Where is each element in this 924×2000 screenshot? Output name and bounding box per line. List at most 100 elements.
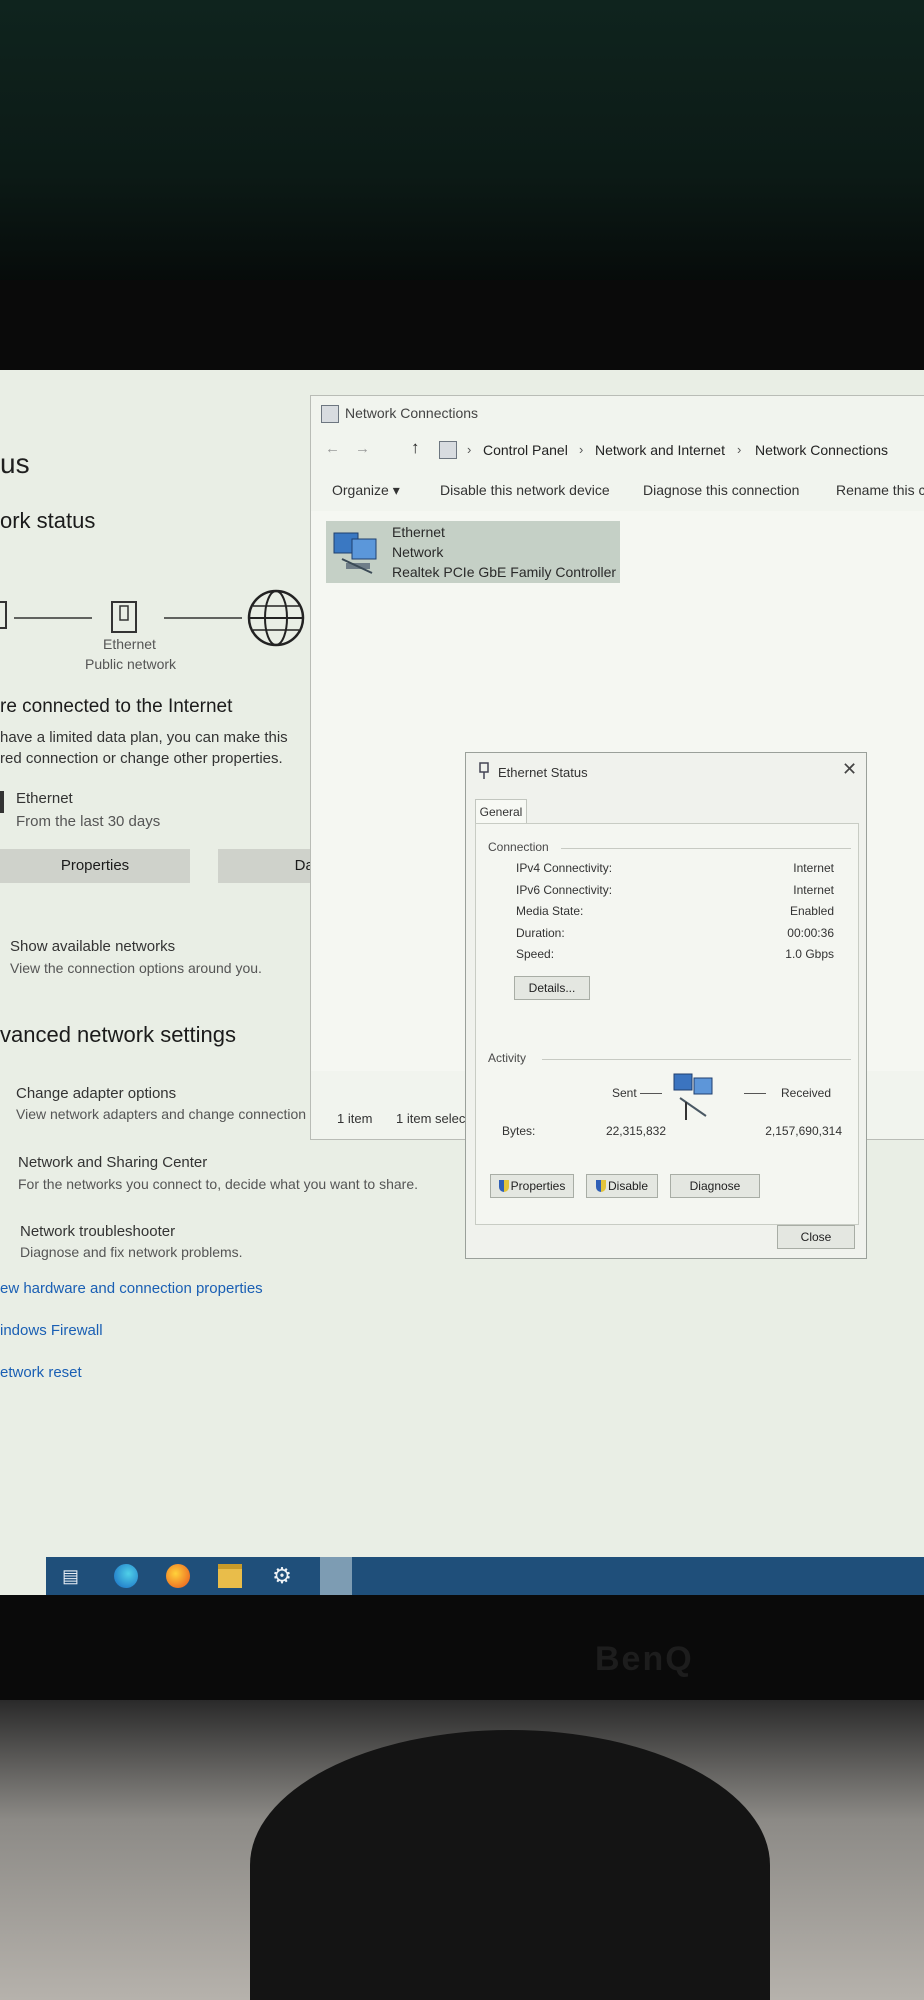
ipv6-value: Internet [793,883,834,897]
limited-plan-text-2: red connection or change other propertie… [0,750,283,767]
breadcrumb-control-panel[interactable]: Control Panel [483,442,568,458]
sharing-center-title[interactable]: Network and Sharing Center [18,1154,207,1171]
divider [542,1059,851,1060]
show-networks-title[interactable]: Show available networks [10,938,175,955]
bytes-label: Bytes: [502,1124,536,1138]
shield-icon [595,1180,606,1192]
titlebar: Network Connections [311,396,924,430]
ethernet-icon [111,601,137,633]
received-dash [744,1093,766,1094]
address-bar: ← → ↑ › Control Panel › Network and Inte… [311,430,924,466]
speed-value: 1.0 Gbps [785,947,834,961]
breadcrumb-separator-icon: › [579,442,584,457]
media-state-value: Enabled [789,904,834,918]
hardware-properties-link[interactable]: ew hardware and connection properties [0,1280,263,1297]
breadcrumb-network-internet[interactable]: Network and Internet [595,442,725,458]
ethernet-small-icon [0,791,4,813]
bytes-received-value: 2,157,690,314 [765,1124,842,1138]
connected-heading: re connected to the Internet [0,696,233,717]
network-connections-app-icon [321,405,339,423]
troubleshooter-sub: Diagnose and fix network problems. [20,1244,243,1260]
advanced-settings-heading: vanced network settings [0,1022,237,1047]
dialog-disable-button[interactable]: Disable [586,1174,658,1198]
breadcrumb-separator-icon: › [467,442,472,457]
change-adapter-sub: View network adapters and change connect… [16,1106,307,1122]
back-arrow-icon[interactable]: ← [325,440,340,457]
general-panel: Connection IPv4 Connectivity: Internet I… [475,823,859,1225]
item-count: 1 item [337,1111,373,1126]
control-panel-icon [439,441,457,459]
sharing-center-sub: For the networks you connect to, decide … [18,1176,418,1192]
forward-arrow-icon[interactable]: → [355,440,370,457]
network-adapter-icon [333,532,377,574]
ethernet-adapter-item[interactable]: Ethernet Network Realtek PCIe GbE Family… [326,521,620,583]
task-view-icon[interactable]: ▤ [62,1564,86,1588]
diagram-network-label: Public network [85,656,177,672]
change-adapter-title[interactable]: Change adapter options [16,1085,176,1102]
ipv6-label: IPv6 Connectivity: [516,883,613,897]
limited-plan-text-1: have a limited data plan, you can make t… [0,729,288,746]
received-label: Received [781,1086,832,1100]
control-panel-taskbar-icon[interactable] [320,1557,352,1595]
shield-icon [498,1180,509,1192]
show-networks-sub: View the connection options around you. [10,960,262,976]
windows-firewall-link[interactable]: indows Firewall [0,1322,103,1339]
duration-value: 00:00:36 [787,926,834,940]
ethernet-plug-icon [479,762,489,779]
globe-icon [247,589,305,647]
dialog-title: Ethernet Status [498,765,588,780]
ethernet-name: Ethernet [16,790,73,807]
details-button[interactable]: Details... [514,976,590,1000]
disable-label: Disable [607,1179,649,1193]
sent-label: Sent [612,1086,637,1100]
properties-button[interactable]: Properties [0,849,190,883]
activity-computers-icon [673,1073,713,1120]
monitor-stand [250,1730,770,2000]
page-title: us [0,448,30,479]
dialog-diagnose-button[interactable]: Diagnose [670,1174,760,1198]
monitor-brand-logo: BenQ [595,1640,694,1678]
network-reset-link[interactable]: etwork reset [0,1364,82,1381]
ethernet-usage-period: From the last 30 days [16,813,161,830]
connection-group-label: Connection [488,840,549,854]
data-usage-button[interactable]: Dat [218,849,318,883]
command-bar: Organize ▾ Disable this network device D… [311,471,924,511]
adapter-name: Ethernet [392,524,445,540]
sent-dash [640,1093,662,1094]
pc-icon [0,601,7,629]
adapter-network: Network [392,544,444,560]
duration-label: Duration: [516,926,565,940]
taskbar: ▤ ⚙ [46,1557,924,1595]
speed-label: Speed: [516,947,555,961]
settings-gear-icon[interactable]: ⚙ [270,1564,294,1588]
ethernet-status-dialog: Ethernet Status ✕ General Connection IPv… [465,752,867,1259]
diagram-adapter-label: Ethernet [103,636,156,652]
ipv4-value: Internet [793,861,834,875]
activity-group-label: Activity [488,1051,527,1065]
firefox-icon[interactable] [166,1564,190,1588]
adapter-device: Realtek PCIe GbE Family Controller [392,564,617,580]
close-icon[interactable]: ✕ [842,759,857,780]
window-title: Network Connections [345,405,479,421]
properties-label: Properties [510,1179,566,1193]
tab-general[interactable]: General [475,799,527,824]
selection-count: 1 item selec [396,1111,466,1126]
media-state-label: Media State: [516,904,584,918]
dialog-properties-button[interactable]: Properties [490,1174,574,1198]
breadcrumb-network-connections[interactable]: Network Connections [755,442,888,458]
bytes-sent-value: 22,315,832 [605,1124,666,1138]
diagnose-connection-command[interactable]: Diagnose this connection [643,482,799,498]
edge-icon[interactable] [114,1564,138,1588]
organize-menu[interactable]: Organize ▾ [332,482,400,499]
rename-connection-command[interactable]: Rename this c [836,482,924,498]
disable-device-command[interactable]: Disable this network device [440,482,610,498]
breadcrumb-separator-icon: › [737,442,742,457]
divider [561,848,851,849]
file-explorer-icon[interactable] [218,1564,242,1588]
ipv4-label: IPv4 Connectivity: [516,861,613,875]
dialog-close-button[interactable]: Close [777,1225,855,1249]
network-status-heading: ork status [0,508,96,533]
background-wall [0,0,924,290]
troubleshooter-title[interactable]: Network troubleshooter [20,1223,175,1240]
up-arrow-icon[interactable]: ↑ [411,438,420,458]
